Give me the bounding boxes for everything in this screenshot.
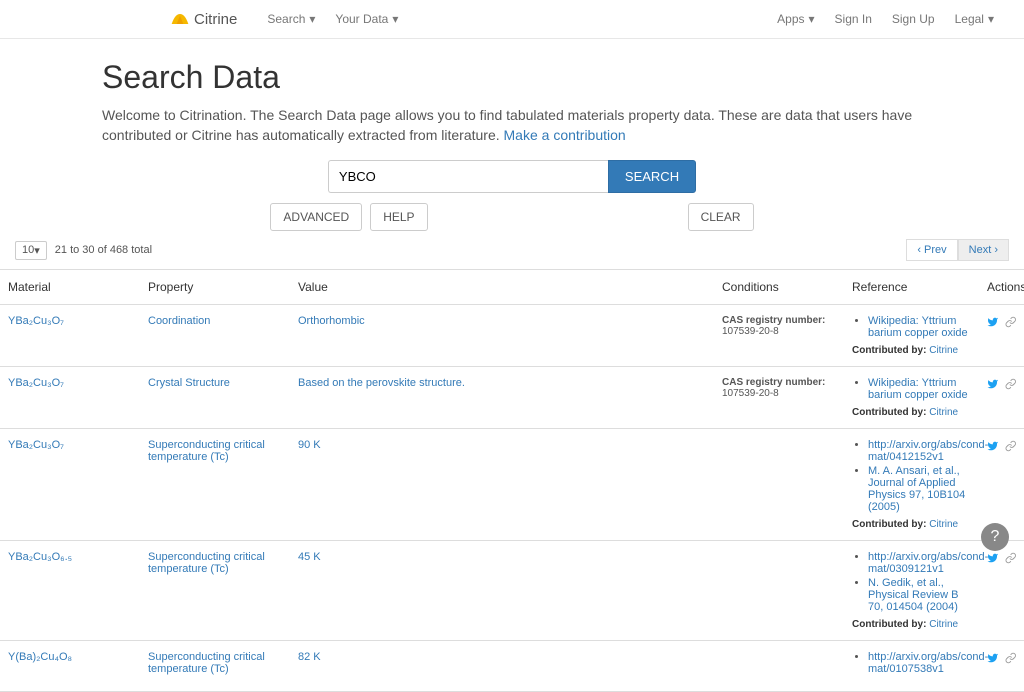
search-button[interactable]: SEARCH — [608, 160, 696, 193]
property-link[interactable]: Superconducting critical temperature (Tc… — [148, 439, 265, 463]
nav-your-data[interactable]: Your Data▾ — [325, 8, 408, 30]
link-icon[interactable] — [1005, 315, 1017, 329]
results-range: 21 to 30 of 468 total — [55, 244, 152, 256]
twitter-icon[interactable] — [987, 439, 999, 453]
property-link[interactable]: Crystal Structure — [148, 377, 230, 389]
twitter-icon[interactable] — [987, 315, 999, 329]
table-row: YBa₂Cu₃O₇ Coordination Orthorhombic CAS reg… — [0, 305, 1024, 367]
material-link[interactable]: YBa₂Cu₃O₆.₅ — [8, 551, 72, 563]
intro-text: Welcome to Citrination. The Search Data … — [102, 106, 922, 145]
value-link[interactable]: 82 K — [298, 651, 321, 663]
condition-value: 107539-20-8 — [722, 326, 836, 337]
twitter-icon[interactable] — [987, 651, 999, 665]
twitter-icon[interactable] — [987, 377, 999, 391]
page-title: Search Data — [102, 59, 922, 96]
contributed-by: Contributed by: Citrine — [852, 345, 971, 356]
link-icon[interactable] — [1005, 439, 1017, 453]
condition-label: CAS registry number: — [722, 315, 836, 326]
property-link[interactable]: Coordination — [148, 315, 210, 327]
col-material: Material — [0, 270, 140, 305]
table-row: Y(Ba)₂Cu₄O₈ Superconducting critical temp… — [0, 641, 1024, 692]
search-input[interactable] — [328, 160, 608, 193]
link-icon[interactable] — [1005, 651, 1017, 665]
prev-page[interactable]: ‹ Prev — [906, 239, 957, 261]
nav-apps[interactable]: Apps▾ — [767, 8, 824, 30]
material-link[interactable]: YBa₂Cu₃O₇ — [8, 315, 64, 327]
twitter-icon[interactable] — [987, 551, 999, 565]
condition-label: CAS registry number: — [722, 377, 836, 388]
nav-legal[interactable]: Legal▾ — [945, 8, 1004, 30]
reference-link[interactable]: http://arxiv.org/abs/cond-mat/0412152v1 — [868, 439, 988, 463]
nav-search[interactable]: Search▾ — [257, 8, 325, 30]
value-link[interactable]: 90 K — [298, 439, 321, 451]
logo-icon — [170, 12, 190, 26]
table-row: YBa₂Cu₃O₇ Crystal Structure Based on the p… — [0, 367, 1024, 429]
col-property: Property — [140, 270, 290, 305]
value-link[interactable]: 45 K — [298, 551, 321, 563]
reference-link[interactable]: Wikipedia: Yttrium barium copper oxide — [868, 377, 968, 401]
navbar: Citrine Search▾ Your Data▾ Apps▾ Sign In… — [0, 0, 1024, 39]
clear-button[interactable]: CLEAR — [688, 203, 754, 231]
table-row: YBa₂Cu₃O₆.₅ Superconducting critical temp… — [0, 541, 1024, 641]
reference-link[interactable]: M. A. Ansari, et al., Journal of Applied… — [868, 465, 965, 513]
advanced-button[interactable]: ADVANCED — [270, 203, 362, 231]
results-table: Material Property Value Conditions Refer… — [0, 269, 1024, 692]
contributor-link[interactable]: Citrine — [929, 619, 958, 630]
brand-text: Citrine — [194, 11, 237, 28]
contributed-by: Contributed by: Citrine — [852, 519, 971, 530]
caret-icon: ▾ — [34, 244, 40, 257]
caret-icon: ▾ — [309, 12, 315, 26]
caret-icon: ▾ — [809, 12, 815, 26]
reference-link[interactable]: http://arxiv.org/abs/cond-mat/0309121v1 — [868, 551, 988, 575]
material-link[interactable]: Y(Ba)₂Cu₄O₈ — [8, 651, 72, 663]
material-link[interactable]: YBa₂Cu₃O₇ — [8, 439, 64, 451]
reference-link[interactable]: http://arxiv.org/abs/cond-mat/0107538v1 — [868, 651, 988, 675]
help-bubble[interactable]: ? — [981, 523, 1009, 551]
caret-icon: ▾ — [988, 12, 994, 26]
material-link[interactable]: YBa₂Cu₃O₇ — [8, 377, 64, 389]
col-reference: Reference — [844, 270, 979, 305]
make-contribution-link[interactable]: Make a contribution — [504, 127, 626, 143]
reference-link[interactable]: Wikipedia: Yttrium barium copper oxide — [868, 315, 968, 339]
contributor-link[interactable]: Citrine — [929, 345, 958, 356]
col-actions: Actions — [979, 270, 1024, 305]
nav-signup[interactable]: Sign Up — [882, 8, 945, 30]
contributed-by: Contributed by: Citrine — [852, 407, 971, 418]
value-link[interactable]: Orthorhombic — [298, 315, 365, 327]
condition-value: 107539-20-8 — [722, 388, 836, 399]
property-link[interactable]: Superconducting critical temperature (Tc… — [148, 651, 265, 675]
table-row: YBa₂Cu₃O₇ Superconducting critical temper… — [0, 429, 1024, 541]
value-link[interactable]: Based on the perovskite structure. — [298, 377, 465, 389]
logo[interactable]: Citrine — [170, 11, 237, 28]
next-page[interactable]: Next › — [958, 239, 1009, 261]
contributor-link[interactable]: Citrine — [929, 519, 958, 530]
col-value: Value — [290, 270, 714, 305]
col-conditions: Conditions — [714, 270, 844, 305]
contributor-link[interactable]: Citrine — [929, 407, 958, 418]
link-icon[interactable] — [1005, 551, 1017, 565]
reference-link[interactable]: N. Gedik, et al., Physical Review B 70, … — [868, 577, 958, 613]
page-size-select[interactable]: 10 ▾ — [15, 241, 47, 260]
contributed-by: Contributed by: Citrine — [852, 619, 971, 630]
link-icon[interactable] — [1005, 377, 1017, 391]
help-button[interactable]: HELP — [370, 203, 427, 231]
nav-signin[interactable]: Sign In — [825, 8, 882, 30]
caret-icon: ▾ — [392, 12, 398, 26]
property-link[interactable]: Superconducting critical temperature (Tc… — [148, 551, 265, 575]
